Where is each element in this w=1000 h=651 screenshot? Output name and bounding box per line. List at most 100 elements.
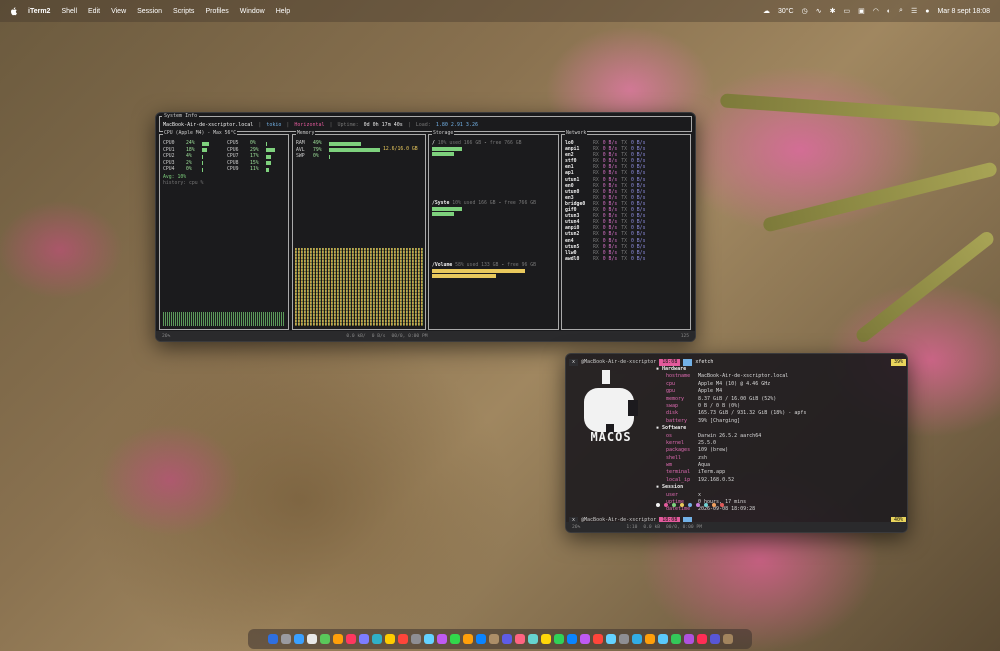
tx-rate: 0 B/s [631,208,646,214]
dock [248,629,752,649]
tx-label: TX [621,159,628,165]
dock-app-icon[interactable] [501,634,512,644]
dock-app-icon[interactable] [657,634,668,644]
info-value: 39% [Charging] [698,417,741,424]
menu-scripts[interactable]: Scripts [173,8,194,15]
rx-rate: 0 B/s [602,214,618,220]
dock-app-icon[interactable] [540,634,551,644]
dock-app-icon[interactable] [696,634,707,644]
fetch-terminal-window[interactable]: x @MacBook-Air-de-xscriptor 18:08 xfetch… [565,353,908,533]
dock-app-icon[interactable] [306,634,317,644]
dock-app-icon[interactable] [397,634,408,644]
dock-app-icon[interactable] [462,634,473,644]
dock-app-icon[interactable] [384,634,395,644]
dock-app-icon[interactable] [267,634,278,644]
network-interface-row: utun3 RX 0 B/s TX 0 B/s [565,214,645,219]
interface-name: anpi0 [565,226,580,232]
storage-item: /Volume 58% used 133 GB - free 96 GB [432,263,536,278]
dock-app-icon[interactable] [371,634,382,644]
dock-app-icon[interactable] [644,634,655,644]
network-interface-row: utun5 RX 0 B/s TX 0 B/s [565,245,645,250]
storage-item: / 10% used 166 GB - free 766 GB [432,141,522,156]
battery-icon[interactable]: ▭ [843,7,850,15]
storage-used: used 166 GB [449,141,482,146]
dock-app-icon[interactable] [592,634,603,644]
control-center-icon[interactable]: ☰ [911,7,917,15]
dock-app-icon[interactable] [683,634,694,644]
dock-app-icon[interactable] [553,634,564,644]
interface-name: awdl0 [565,256,580,262]
cpu-core-percent: 18% [186,147,195,153]
network-interface-row: anpi0 RX 0 B/s TX 0 B/s [565,226,645,231]
info-key: disk [666,410,679,417]
menu-profiles[interactable]: Profiles [205,8,228,15]
interface-name: utun3 [565,214,580,220]
network-interface-row: utun2 RX 0 B/s TX 0 B/s [565,232,645,237]
dock-app-icon[interactable] [566,634,577,644]
dock-app-icon[interactable] [618,634,629,644]
dock-app-icon[interactable] [332,634,343,644]
dock-app-icon[interactable] [631,634,642,644]
menu-edit[interactable]: Edit [88,8,100,15]
dock-app-icon[interactable] [514,634,525,644]
storage-used: used 133 GB [466,263,499,268]
info-row: local_ip 192.168.0.52 [656,477,806,483]
apple-menu-icon[interactable] [10,6,18,16]
info-value: 2026-09-08 18:09:28 [698,506,756,513]
dock-app-icon[interactable] [709,634,720,644]
menu-session[interactable]: Session [137,8,162,15]
cpu-core-row: CPU2 4% [163,154,227,159]
dock-app-icon[interactable] [436,634,447,644]
menu-window[interactable]: Window [240,8,265,15]
tx-rate: 0 B/s [631,189,646,195]
dock-app-icon[interactable] [488,634,499,644]
btop-terminal-window[interactable]: System Info MacBook-Air-de-xscriptor.loc… [155,112,696,342]
info-value: 192.168.0.52 [698,476,735,483]
storage-percent: 10% [452,201,461,206]
cpu-core-bar [202,148,208,152]
menu-help[interactable]: Help [276,8,290,15]
dock-app-icon[interactable] [670,634,681,644]
dock-app-icon[interactable] [527,634,538,644]
search-icon[interactable]: ⌕ [899,7,903,15]
palette-dot [680,503,684,507]
menu-app-name[interactable]: iTerm2 [28,8,50,15]
toggle-icon[interactable]: ◐ [887,8,891,15]
dock-app-icon[interactable] [722,634,733,644]
rx-label: RX [593,214,599,220]
network-interface-row: stf0 RX 0 B/s TX 0 B/s [565,159,645,164]
info-key: terminal [666,469,691,476]
dock-app-icon[interactable] [475,634,486,644]
menu-shell[interactable]: Shell [61,8,77,15]
dock-app-icon[interactable] [605,634,616,644]
dock-app-icon[interactable] [423,634,434,644]
lock-icon[interactable]: ▣ [858,7,865,15]
menu-view[interactable]: View [111,8,126,15]
cpu-core-percent: 2% [186,160,192,166]
tx-label: TX [621,147,628,153]
clock-icon[interactable]: ◷ [802,7,808,15]
bluetooth-icon[interactable]: ✱ [830,7,836,15]
wifi-icon[interactable]: ◠ [873,7,879,15]
interface-name: utun5 [565,244,580,250]
menubar-datetime[interactable]: Mar 8 sept 18:08 [937,8,990,15]
uptime-value: 0d 0h 17m 40s [363,122,403,128]
dock-app-icon[interactable] [449,634,460,644]
siri-icon[interactable]: ● [925,8,929,15]
info-value: Aqua [698,462,711,469]
weather-icon[interactable]: ☁ [763,7,770,15]
dock-app-icon[interactable] [410,634,421,644]
fetch-status-cpu: 26% [572,524,581,530]
dock-app-icon[interactable] [579,634,590,644]
system-info-list: ▪ Hardware hostname MacBook-Air-de-xscripto… [656,366,806,512]
weather-temp[interactable]: 30°C [778,8,794,15]
dock-app-icon[interactable] [319,634,330,644]
prompt-close[interactable]: x [569,358,579,366]
dock-app-icon[interactable] [293,634,304,644]
dock-app-icon[interactable] [358,634,369,644]
dock-app-icon[interactable] [280,634,291,644]
cpu-core-name: CPU0 [163,141,175,146]
wave-icon[interactable]: ∿ [816,7,822,15]
dock-app-icon[interactable] [345,634,356,644]
rx-label: RX [593,238,599,244]
